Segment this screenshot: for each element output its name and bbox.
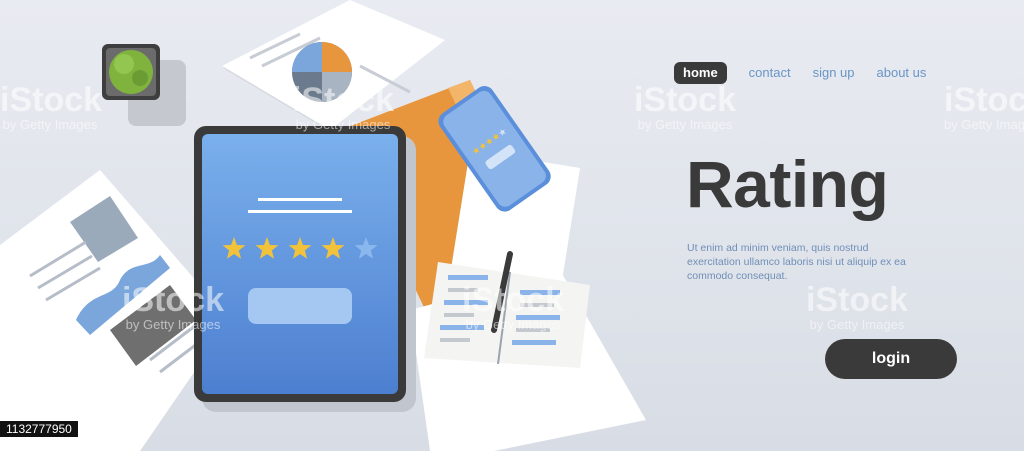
- nav-contact[interactable]: contact: [749, 62, 791, 84]
- stock-id-label: 1132777950: [0, 421, 78, 437]
- top-nav: home contact sign up about us: [674, 62, 948, 84]
- pie-chart-icon: [292, 42, 352, 102]
- tablet-submit-button: [248, 288, 352, 324]
- tablet-title-line: [258, 198, 342, 201]
- nav-home[interactable]: home: [674, 62, 727, 84]
- open-notebook: [424, 251, 590, 368]
- page-canvas: iStock by Getty Images iStock by Getty Ima…: [0, 0, 1024, 451]
- hero-description: Ut enim ad minim veniam, quis nostrud ex…: [687, 242, 906, 282]
- page-title: Rating: [686, 147, 889, 221]
- potted-plant-icon: [102, 44, 160, 100]
- tablet: [194, 126, 406, 402]
- tablet-subtitle-line: [248, 210, 352, 213]
- login-button[interactable]: login: [825, 339, 957, 379]
- nav-sign-up[interactable]: sign up: [813, 62, 855, 84]
- nav-about-us[interactable]: about us: [877, 62, 927, 84]
